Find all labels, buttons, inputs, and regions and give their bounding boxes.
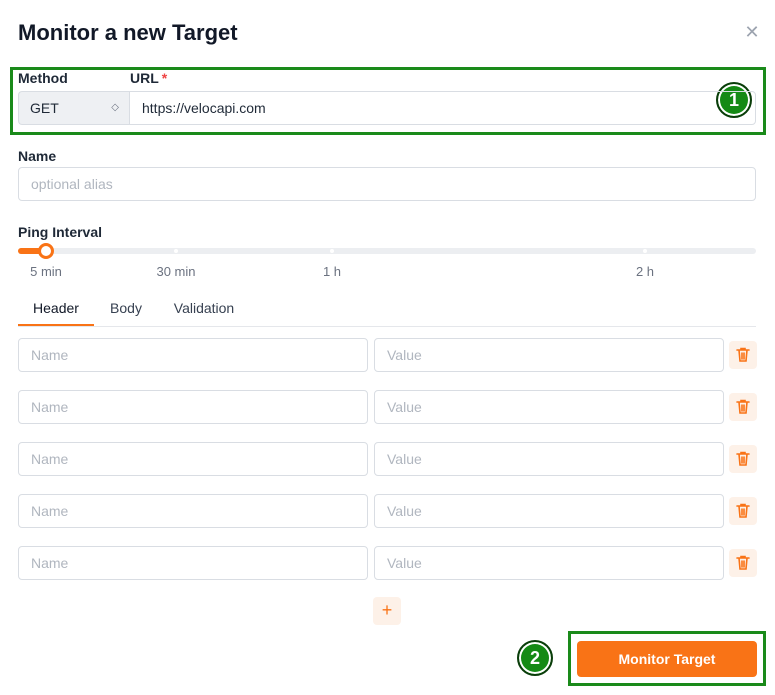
header-value-input[interactable]: Value (374, 442, 724, 476)
close-icon[interactable]: ✕ (742, 22, 762, 42)
name-input[interactable]: optional alias (18, 167, 756, 201)
url-label-text: URL (130, 70, 159, 86)
method-value: GET (30, 100, 59, 116)
dialog-title: Monitor a new Target (18, 20, 238, 45)
header-name-input[interactable]: Name (18, 546, 368, 580)
tick-label: 5 min (30, 264, 62, 279)
header-name-input[interactable]: Name (18, 494, 368, 528)
url-input[interactable]: https://velocapi.com (129, 91, 756, 125)
tick-label: 30 min (156, 264, 196, 279)
header-value-input[interactable]: Value (374, 338, 724, 372)
required-mark: * (161, 70, 168, 86)
url-label: URL * (130, 70, 167, 86)
header-name-input[interactable]: Name (18, 442, 368, 476)
ping-interval-label: Ping Interval (18, 224, 103, 240)
trash-icon[interactable] (729, 445, 757, 473)
trash-icon[interactable] (729, 393, 757, 421)
request-tabs: Header Body Validation (18, 296, 756, 327)
monitor-target-button[interactable]: Monitor Target (577, 641, 757, 677)
chevron-updown-icon: ◇ (111, 102, 119, 113)
header-value-input[interactable]: Value (374, 494, 724, 528)
slider-tick (643, 249, 647, 253)
tick-label: 2 h (635, 264, 655, 279)
header-value-input[interactable]: Value (374, 546, 724, 580)
tab-header[interactable]: Header (18, 296, 94, 326)
slider-tick (330, 249, 334, 253)
tick-label: 1 h (322, 264, 342, 279)
method-select[interactable]: GET ◇ (18, 91, 129, 125)
method-label: Method (18, 70, 68, 86)
header-name-input[interactable]: Name (18, 390, 368, 424)
header-name-input[interactable]: Name (18, 338, 368, 372)
tab-validation[interactable]: Validation (166, 296, 242, 326)
trash-icon[interactable] (729, 341, 757, 369)
slider-tick (174, 249, 178, 253)
trash-icon[interactable] (729, 497, 757, 525)
annotation-badge-2: 2 (517, 640, 553, 676)
ping-slider-thumb[interactable] (38, 243, 54, 259)
add-header-button[interactable]: + (373, 597, 401, 625)
header-value-input[interactable]: Value (374, 390, 724, 424)
name-label: Name (18, 148, 57, 164)
tab-body[interactable]: Body (102, 296, 150, 326)
trash-icon[interactable] (729, 549, 757, 577)
